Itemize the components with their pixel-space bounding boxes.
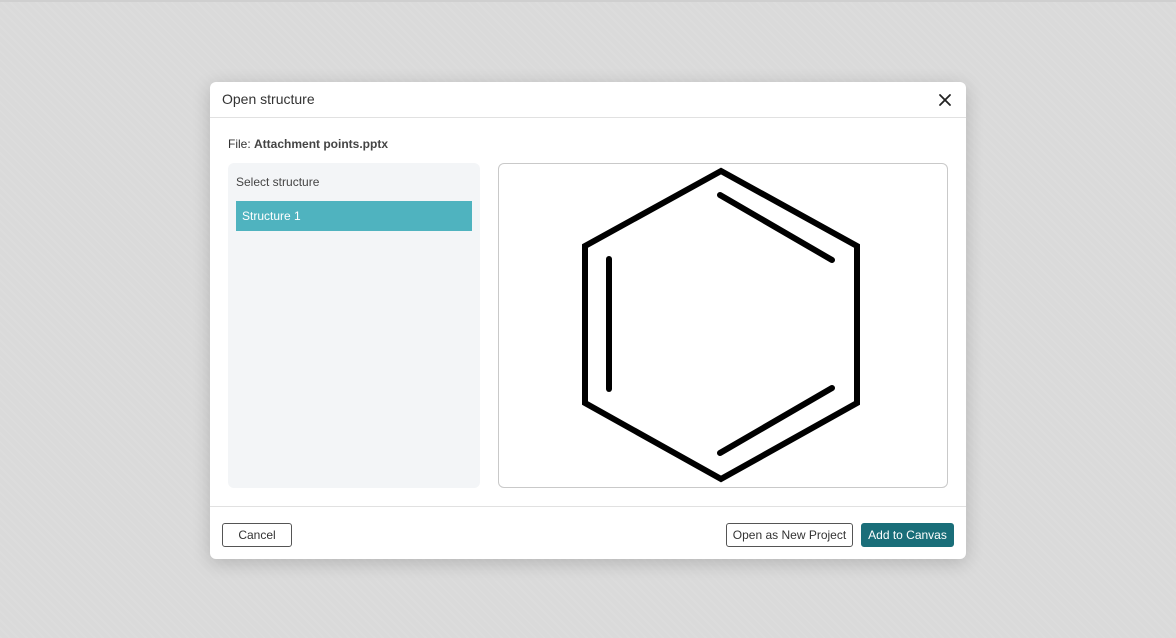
- structure-list-item[interactable]: Structure 1: [236, 201, 472, 231]
- cancel-button[interactable]: Cancel: [222, 523, 292, 547]
- benzene-ring: [582, 167, 860, 483]
- close-button[interactable]: [936, 91, 954, 109]
- open-as-new-project-button[interactable]: Open as New Project: [726, 523, 853, 547]
- structure-preview: [498, 163, 948, 488]
- double-bond-lower-right: [717, 385, 835, 456]
- close-icon: [939, 94, 951, 106]
- add-to-canvas-button[interactable]: Add to Canvas: [861, 523, 954, 547]
- backdrop-top-strip: [0, 0, 1176, 2]
- structure-list-panel: Select structure Structure 1: [228, 163, 480, 488]
- dialog-title: Open structure: [222, 91, 315, 107]
- file-name: Attachment points.pptx: [254, 137, 389, 151]
- select-structure-label: Select structure: [236, 175, 320, 189]
- dialog-header: Open structure: [210, 82, 966, 118]
- file-label: File:: [228, 137, 251, 151]
- dialog-footer: Cancel Open as New Project Add to Canvas: [210, 506, 966, 559]
- benzene-structure-drawing: [582, 167, 860, 483]
- file-line: File: Attachment points.pptx: [228, 137, 388, 151]
- open-structure-dialog: Open structure File: Attachment points.p…: [210, 82, 966, 559]
